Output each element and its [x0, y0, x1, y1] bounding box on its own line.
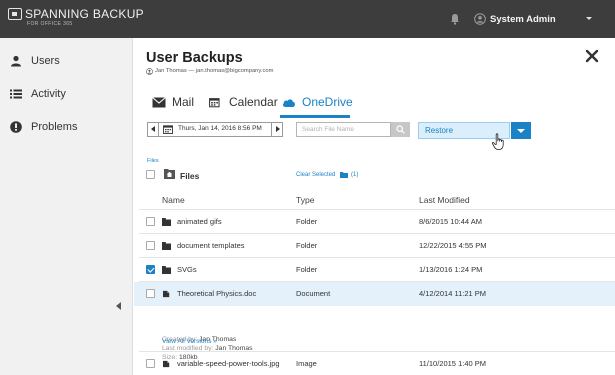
file-modified: 4/12/2014 11:21 PM — [419, 289, 486, 298]
calendar-icon — [163, 125, 173, 134]
file-type: Image — [296, 359, 317, 368]
brand-logo-icon — [8, 8, 22, 20]
file-modified: 11/10/2015 1:40 PM — [419, 359, 486, 368]
column-header-name[interactable]: Name — [162, 195, 185, 205]
selected-count: (1) — [351, 172, 359, 178]
tab-mail[interactable]: Mail — [152, 94, 207, 116]
file-name: document templates — [177, 241, 245, 250]
file-type: Folder — [296, 241, 318, 250]
folder-icon — [162, 218, 171, 226]
file-name: animated gifs — [177, 217, 222, 226]
row-checkbox[interactable] — [146, 265, 155, 274]
file-name: variable-speed-power-tools.jpg — [177, 359, 280, 368]
folder-icon — [162, 266, 171, 274]
breadcrumb[interactable]: Files — [147, 158, 159, 164]
active-tab-indicator — [280, 115, 350, 118]
column-header-last-modified[interactable]: Last Modified — [419, 195, 470, 205]
document-icon — [163, 360, 170, 368]
home-folder-icon — [164, 169, 175, 179]
table-row[interactable]: variable-speed-power-tools.jpg Image 11/… — [134, 352, 615, 375]
sidebar-item-problems[interactable]: Problems — [0, 117, 132, 139]
tab-onedrive[interactable]: OneDrive — [282, 94, 353, 116]
document-icon — [163, 290, 170, 298]
page-subtitle: Jan Thomas — jan.thomas@bigcompany.com — [155, 68, 274, 74]
user-menu[interactable]: System Admin — [490, 14, 556, 25]
table-row[interactable]: animated gifs Folder 8/6/2015 10:44 AM — [134, 210, 615, 234]
calendar-icon — [209, 98, 220, 108]
tab-label: OneDrive — [302, 95, 353, 109]
row-checkbox[interactable] — [146, 241, 155, 250]
next-date-button[interactable] — [271, 123, 282, 136]
row-checkbox[interactable] — [146, 289, 155, 298]
sidebar: Users Activity Problems — [0, 38, 133, 375]
previous-date-button[interactable] — [148, 123, 159, 136]
selected-date: Thurs, Jan 14, 2016 8:56 PM — [178, 125, 262, 132]
table-row-selected[interactable]: Theoretical Physics.doc Document 4/12/20… — [134, 282, 615, 306]
bell-icon[interactable] — [450, 13, 460, 25]
collapse-sidebar-icon[interactable] — [116, 302, 121, 310]
file-type: Folder — [296, 265, 318, 274]
sidebar-item-activity[interactable]: Activity — [0, 84, 132, 106]
search-input[interactable] — [296, 122, 391, 137]
brand-name: SPANNING BACKUP — [25, 7, 144, 21]
folder-icon — [162, 242, 171, 250]
file-type: Folder — [296, 217, 318, 226]
chevron-down-icon[interactable] — [586, 17, 592, 20]
search-icon — [396, 125, 405, 134]
user-avatar-icon — [474, 13, 486, 25]
tab-label: Calendar — [229, 95, 278, 109]
date-picker[interactable]: Thurs, Jan 14, 2016 8:56 PM — [147, 122, 283, 137]
row-checkbox[interactable] — [146, 359, 155, 368]
search-button[interactable] — [391, 122, 410, 137]
cloud-icon — [282, 99, 295, 107]
user-avatar-icon — [146, 68, 153, 75]
sidebar-item-users[interactable]: Users — [0, 51, 132, 73]
file-type: Document — [296, 289, 331, 298]
main-panel: User Backups Jan Thomas — jan.thomas@big… — [134, 38, 615, 375]
tab-label: Mail — [172, 95, 195, 109]
file-name: SVGs — [177, 265, 197, 274]
files-section-title: Files — [180, 171, 200, 181]
file-modified: 8/6/2015 10:44 AM — [419, 217, 482, 226]
list-icon — [10, 89, 22, 99]
close-icon[interactable] — [584, 48, 600, 64]
tab-calendar[interactable]: Calendar — [209, 94, 279, 116]
sidebar-item-label: Users — [31, 55, 60, 67]
folder-icon — [340, 172, 348, 178]
file-name: Theoretical Physics.doc — [177, 289, 257, 298]
table-row[interactable]: document templates Folder 12/22/2015 4:5… — [134, 234, 615, 258]
sidebar-item-label: Problems — [31, 121, 78, 133]
sidebar-item-label: Activity — [31, 88, 66, 100]
page-title: User Backups — [146, 50, 243, 66]
restore-options-dropdown[interactable] — [511, 122, 531, 139]
mail-icon — [152, 97, 166, 108]
select-all-checkbox[interactable] — [146, 170, 155, 179]
user-icon — [11, 55, 21, 67]
clear-selected-link[interactable]: Clear Selected — [296, 172, 335, 178]
table-row[interactable]: SVGs Folder 1/13/2016 1:24 PM — [134, 258, 615, 282]
file-modified: 12/22/2015 4:55 PM — [419, 241, 487, 250]
column-header-type[interactable]: Type — [296, 195, 314, 205]
row-checkbox[interactable] — [146, 217, 155, 226]
brand-subtitle: FOR OFFICE 365 — [27, 21, 73, 27]
alert-icon — [10, 121, 22, 133]
view-all-versions-link[interactable]: View All Versions » — [162, 338, 217, 345]
hand-pointer-icon — [491, 133, 504, 150]
top-bar: SPANNING BACKUP FOR OFFICE 365 System Ad… — [0, 0, 615, 38]
file-modified: 1/13/2016 1:24 PM — [419, 265, 483, 274]
